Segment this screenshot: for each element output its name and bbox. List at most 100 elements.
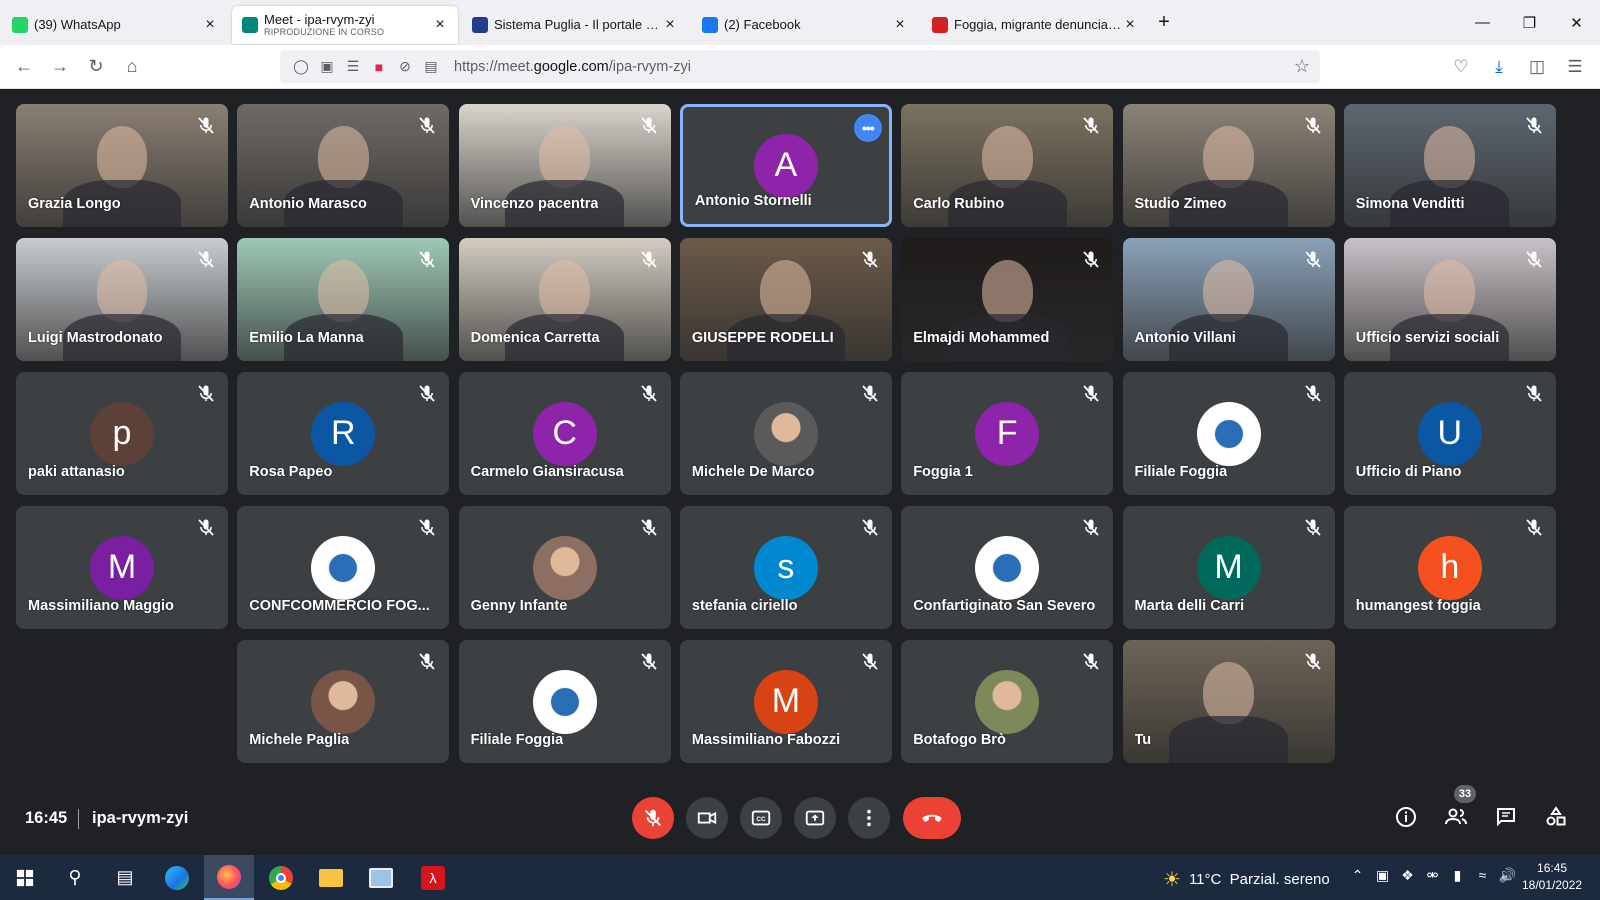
participant-tile[interactable]: Vincenzo pacentra: [458, 104, 671, 227]
wifi-icon[interactable]: ≈: [1470, 867, 1495, 884]
task-view-button[interactable]: ▤: [100, 855, 150, 900]
minimize-button[interactable]: —: [1459, 0, 1506, 45]
pocket-icon[interactable]: ♡: [1442, 51, 1480, 83]
microphone-icon[interactable]: ⚮: [1420, 867, 1445, 884]
firefox-button[interactable]: [204, 855, 254, 900]
battery-icon[interactable]: ▮: [1445, 867, 1470, 884]
close-tab-icon[interactable]: ×: [1122, 16, 1138, 34]
mic-toggle-button[interactable]: [632, 797, 674, 839]
participant-tile[interactable]: Carlo Rubino: [901, 104, 1114, 227]
participant-tile[interactable]: Tu: [1122, 640, 1335, 763]
participant-tile[interactable]: Genny Infante: [458, 506, 671, 629]
activities-button[interactable]: [1540, 801, 1572, 833]
participant-tile[interactable]: A ••• Antonio Stornelli: [679, 104, 892, 227]
back-icon[interactable]: ←: [6, 51, 42, 83]
reader-icon[interactable]: ▤: [418, 55, 444, 79]
tile-options-button[interactable]: •••: [853, 114, 882, 142]
reload-icon[interactable]: ↻: [78, 51, 114, 83]
leave-call-button[interactable]: [903, 797, 961, 839]
participant-tile[interactable]: Michele De Marco: [679, 372, 892, 495]
present-screen-button[interactable]: [794, 797, 836, 839]
clock-widget[interactable]: 16:45 18/01/2022: [1522, 860, 1582, 894]
browser-tab[interactable]: Meet - ipa-rvym-zyi RIPRODUZIONE IN CORSO…: [232, 5, 458, 44]
close-tab-icon[interactable]: ×: [892, 16, 908, 34]
edge-button[interactable]: [152, 855, 202, 900]
person-silhouette: [1424, 260, 1476, 322]
participant-tile[interactable]: Emilio La Manna: [237, 238, 450, 361]
participant-tile[interactable]: C Carmelo Giansiracusa: [458, 372, 671, 495]
restore-button[interactable]: ❐: [1506, 0, 1553, 45]
participant-tile[interactable]: U Ufficio di Piano: [1343, 372, 1556, 495]
participant-tile[interactable]: F Foggia 1: [901, 372, 1114, 495]
camera-sharing-icon[interactable]: ■: [366, 55, 392, 79]
participant-tile[interactable]: R Rosa Papeo: [237, 372, 450, 495]
home-icon[interactable]: ⌂: [114, 51, 150, 83]
file-explorer-button[interactable]: [306, 855, 356, 900]
network-adapter-icon[interactable]: ▣: [1370, 867, 1395, 884]
address-bar[interactable]: ◯ ▣ ☰ ■ ⊘ ▤ https://meet.google.com/ipa-…: [280, 50, 1320, 83]
camera-icon: [697, 811, 717, 825]
downloads-icon[interactable]: ⤓: [1480, 51, 1518, 83]
meeting-details-button[interactable]: [1390, 801, 1422, 833]
close-window-button[interactable]: ✕: [1553, 0, 1600, 45]
close-tab-icon[interactable]: ×: [202, 16, 218, 34]
participant-tile[interactable]: h humangest foggia: [1343, 506, 1556, 629]
participant-tile[interactable]: Elmajdi Mohammed: [901, 238, 1114, 361]
browser-tab[interactable]: Foggia, migrante denuncia viole ×: [922, 6, 1148, 43]
participant-tile[interactable]: M Massimiliano Fabozzi: [679, 640, 892, 763]
participant-tile[interactable]: M Massimiliano Maggio: [16, 506, 228, 629]
search-button[interactable]: ⚲: [50, 855, 100, 900]
participant-tile[interactable]: Filiale Foggia: [1122, 372, 1335, 495]
mic-blocked-icon[interactable]: ⊘: [392, 55, 418, 79]
dropbox-icon[interactable]: ❖: [1395, 867, 1420, 884]
participant-tile[interactable]: Botafogo Brò: [901, 640, 1114, 763]
participant-tile[interactable]: Antonio Villani: [1122, 238, 1335, 361]
participant-tile[interactable]: Studio Zimeo: [1122, 104, 1335, 227]
participant-tile[interactable]: CONFCOMMERCIO FOG...: [237, 506, 450, 629]
more-options-button[interactable]: [848, 797, 890, 839]
browser-tab[interactable]: (39) WhatsApp ×: [2, 6, 228, 43]
camera-toggle-button[interactable]: [686, 797, 728, 839]
participant-tile[interactable]: Grazia Longo: [16, 104, 228, 227]
start-button[interactable]: [0, 855, 50, 900]
sidebar-icon[interactable]: ◫: [1518, 51, 1556, 83]
close-tab-icon[interactable]: ×: [432, 16, 448, 34]
new-tab-button[interactable]: +: [1148, 11, 1180, 34]
weather-widget[interactable]: ☀ 11°C Parzial. sereno: [1163, 867, 1330, 892]
person-silhouette: [1203, 126, 1254, 188]
participant-tile[interactable]: Michele Paglia: [237, 640, 450, 763]
people-button[interactable]: [1440, 801, 1472, 833]
shield-icon[interactable]: ◯: [288, 55, 314, 79]
participant-tile[interactable]: s stefania ciriello: [679, 506, 892, 629]
chrome-button[interactable]: [256, 855, 306, 900]
bookmark-star-icon[interactable]: ☆: [1294, 56, 1310, 77]
close-tab-icon[interactable]: ×: [662, 16, 678, 34]
participant-name: Carmelo Giansiracusa: [470, 464, 624, 480]
tab-title: Meet - ipa-rvym-zyi RIPRODUZIONE IN CORSO: [264, 12, 432, 37]
chrome-icon: [269, 865, 293, 890]
permissions-icon[interactable]: ☰: [340, 55, 366, 79]
app-button[interactable]: [356, 855, 406, 900]
chat-button[interactable]: [1490, 801, 1522, 833]
captions-button[interactable]: CC: [740, 797, 782, 839]
browser-tab[interactable]: (2) Facebook ×: [692, 6, 918, 43]
participant-tile[interactable]: Ufficio servizi sociali: [1343, 238, 1556, 361]
participant-tile[interactable]: M Marta delli Carri: [1122, 506, 1335, 629]
browser-tab[interactable]: Sistema Puglia - Il portale dei s ×: [462, 6, 688, 43]
url-text[interactable]: https://meet.google.com/ipa-rvym-zyi: [454, 59, 691, 75]
menu-icon[interactable]: ☰: [1556, 51, 1594, 83]
acrobat-button[interactable]: λ: [408, 855, 458, 900]
lock-icon[interactable]: ▣: [314, 55, 340, 79]
volume-icon[interactable]: 🔊: [1495, 867, 1520, 884]
participant-tile[interactable]: Confartiginato San Severo: [901, 506, 1114, 629]
participant-tile[interactable]: Luigi Mastrodonato: [16, 238, 228, 361]
participant-tile[interactable]: Domenica Carretta: [458, 238, 671, 361]
chevron-up-icon[interactable]: ⌃: [1345, 867, 1370, 884]
participant-tile[interactable]: GIUSEPPE RODELLI: [679, 238, 892, 361]
participant-tile[interactable]: Simona Venditti: [1343, 104, 1556, 227]
participant-tile[interactable]: p paki attanasio: [16, 372, 228, 495]
acrobat-icon: λ: [421, 865, 445, 890]
forward-icon[interactable]: →: [42, 51, 78, 83]
participant-tile[interactable]: Antonio Marasco: [237, 104, 450, 227]
participant-tile[interactable]: Filiale Foggia: [458, 640, 671, 763]
